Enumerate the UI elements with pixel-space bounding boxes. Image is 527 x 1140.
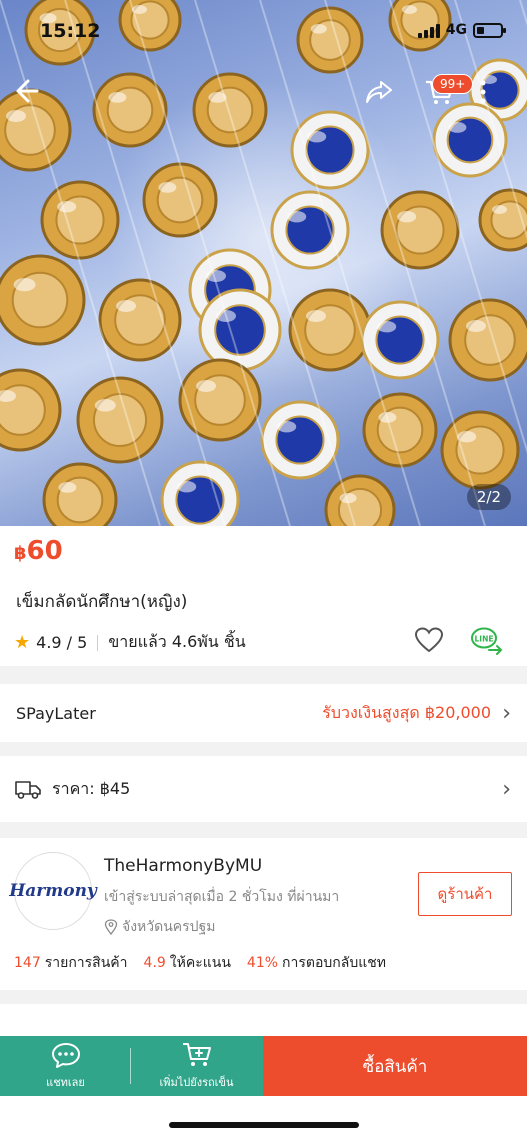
section-gap — [0, 822, 527, 838]
network-type: 4G — [445, 22, 467, 38]
divider — [130, 1048, 131, 1084]
cart-count-badge: 99+ — [432, 74, 474, 94]
shop-name[interactable]: TheHarmonyByMU — [104, 856, 262, 876]
spaylater-row[interactable]: SPayLater รับวงเงินสูงสุด ฿20,000 › — [0, 684, 527, 742]
back-arrow-icon — [16, 79, 39, 103]
price-value: 60 — [26, 536, 63, 566]
status-time: 15:12 — [40, 20, 101, 42]
view-shop-button[interactable]: ดูร้านค้า — [418, 872, 512, 916]
chevron-right-icon: › — [502, 700, 511, 726]
shipping-row[interactable]: ราคา: ฿45 › — [0, 756, 527, 822]
shop-logo-text: Harmony — [9, 881, 97, 901]
stat-products: 147 รายการสินค้า — [14, 955, 128, 971]
shop-location: จังหวัดนครปฐม — [104, 916, 216, 938]
stat-rating: 4.9 ให้คะแนน — [143, 955, 231, 971]
bottom-action-bar: แชทเลย เพิ่มไปยังรถเข็น ซื้อสินค้า — [0, 1036, 527, 1096]
divider — [97, 634, 99, 651]
add-cart-label: เพิ่มไปยังรถเข็น — [159, 1076, 234, 1089]
bottom-secondary-actions: แชทเลย เพิ่มไปยังรถเข็น — [0, 1036, 263, 1096]
svg-text:LINE: LINE — [475, 635, 494, 644]
location-pin-icon — [104, 919, 118, 935]
signal-icon — [417, 23, 440, 38]
product-price: ฿60 — [14, 536, 63, 566]
more-options-button[interactable] — [478, 78, 518, 118]
currency-symbol: ฿ — [14, 543, 27, 564]
truck-icon — [15, 781, 41, 799]
status-bar: 15:12 4G — [0, 0, 527, 60]
sold-count: ขายแล้ว 4.6พัน ชิ้น — [108, 632, 246, 651]
stat-chat-response: 41% การตอบกลับแชท — [246, 955, 386, 971]
shop-stats: 147 รายการสินค้า 4.9 ให้คะแนน 41% การตอบกลั… — [14, 952, 386, 974]
chat-label: แชทเลย — [46, 1076, 85, 1089]
product-meta: ★ 4.9 / 5 ขายแล้ว 4.6พัน ชิ้น — [14, 630, 246, 655]
share-button[interactable] — [364, 78, 404, 118]
home-indicator — [169, 1122, 359, 1128]
line-share-button[interactable]: LINE — [470, 626, 504, 660]
star-icon: ★ — [14, 632, 31, 653]
heart-icon — [414, 627, 444, 653]
product-image[interactable]: 15:12 4G 99+ 2/2 — [0, 0, 527, 526]
chat-button[interactable]: แชทเลย — [0, 1036, 131, 1096]
chevron-right-icon: › — [502, 776, 511, 802]
chat-icon — [51, 1043, 80, 1068]
shop-avatar[interactable]: Harmony — [9, 852, 97, 930]
spaylater-promo: รับวงเงินสูงสุด ฿20,000 — [322, 702, 491, 722]
buy-now-button[interactable]: ซื้อสินค้า — [263, 1036, 527, 1096]
favorite-button[interactable] — [414, 626, 444, 658]
add-cart-icon — [182, 1043, 211, 1066]
status-indicators: 4G — [417, 22, 506, 38]
section-gap — [0, 990, 527, 1004]
more-vertical-icon — [480, 80, 486, 104]
line-share-icon: LINE — [471, 627, 503, 655]
battery-icon — [473, 22, 506, 38]
share-icon — [366, 81, 392, 103]
back-button[interactable] — [10, 76, 50, 116]
image-counter: 2/2 — [466, 484, 511, 510]
section-gap — [0, 666, 527, 684]
product-title: เข็มกลัดนักศึกษา(หญิง) — [16, 592, 188, 612]
shop-last-active: เข้าสู่ระบบล่าสุดเมื่อ 2 ชั่วโมง ที่ผ่าน… — [104, 889, 340, 905]
shipping-price: ราคา: ฿45 — [52, 778, 131, 798]
rating-text: 4.9 / 5 — [36, 633, 88, 652]
section-gap — [0, 742, 527, 756]
add-to-cart-button[interactable]: เพิ่มไปยังรถเข็น — [131, 1036, 262, 1096]
spaylater-label: SPayLater — [16, 703, 96, 723]
shop-location-text: จังหวัดนครปฐม — [122, 919, 216, 935]
